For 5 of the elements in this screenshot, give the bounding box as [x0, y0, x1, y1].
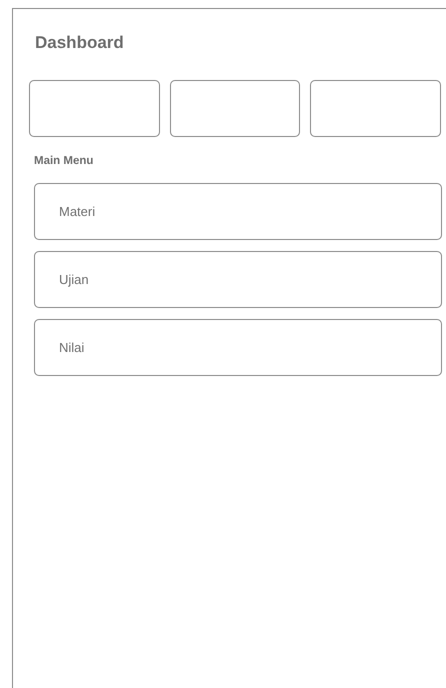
page-title: Dashboard: [34, 32, 124, 54]
menu-item[interactable]: Nilai: [34, 319, 442, 376]
menu-item[interactable]: Ujian: [34, 251, 442, 308]
section-heading: Main Menu: [34, 154, 94, 168]
menu-item[interactable]: Materi: [34, 183, 442, 240]
